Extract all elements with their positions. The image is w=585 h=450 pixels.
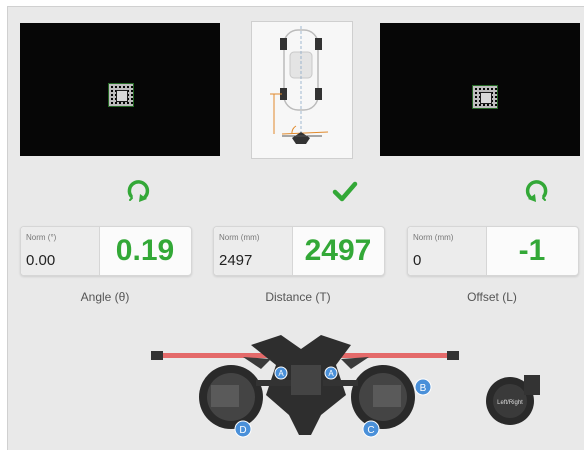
svg-text:Left/Right: Left/Right <box>497 400 523 406</box>
svg-text:B: B <box>420 383 427 394</box>
marker-a: A <box>274 366 288 380</box>
offset-measurement-panel: Norm (mm) 0 -1 <box>407 226 579 276</box>
marker-a-right: A <box>324 366 338 380</box>
distance-caption: Distance (T) <box>265 290 331 304</box>
vehicle-top-view-diagram <box>251 21 353 159</box>
distance-measurement-panel: Norm (mm) 2497 2497 <box>213 226 385 276</box>
norm-label: Norm (mm) <box>219 233 260 242</box>
svg-text:A: A <box>278 369 284 378</box>
calibration-fixture-illustration: A A B C D <box>151 335 459 438</box>
norm-field: Norm (°) 0.00 <box>21 227 100 275</box>
norm-field: Norm (mm) 2497 <box>214 227 293 275</box>
marker-b: B <box>414 378 432 396</box>
angle-measurement-panel: Norm (°) 0.00 0.19 <box>20 226 192 276</box>
offset-caption: Offset (L) <box>467 290 517 304</box>
distance-value: 2497 <box>304 234 372 267</box>
angle-caption: Angle (θ) <box>80 290 130 304</box>
right-camera-view <box>380 23 580 156</box>
norm-value: 0 <box>413 252 422 269</box>
calibration-target-marker <box>108 83 134 107</box>
checkmark-icon <box>332 181 358 202</box>
rotate-clockwise-icon <box>127 180 150 202</box>
left-camera-view <box>20 23 220 156</box>
norm-label: Norm (°) <box>26 233 57 242</box>
svg-text:A: A <box>328 369 334 378</box>
svg-text:D: D <box>239 425 246 436</box>
calibration-target-marker <box>472 85 498 109</box>
marker-c: C <box>362 420 380 438</box>
marker-d: D <box>234 420 252 438</box>
norm-field: Norm (mm) 0 <box>408 227 487 275</box>
norm-label: Norm (mm) <box>413 233 454 242</box>
svg-text:C: C <box>367 425 374 436</box>
rotate-counterclockwise-icon <box>525 180 548 202</box>
offset-value: -1 <box>518 234 546 267</box>
calibration-panel: Norm (°) 0.00 0.19 Norm (mm) 2497 2497 N… <box>7 6 584 450</box>
norm-value: 2497 <box>219 252 253 269</box>
angle-value: 0.19 <box>115 234 175 267</box>
norm-value: 0.00 <box>26 252 56 269</box>
wheel-clamp-detail-icon: Left/Right <box>486 375 540 425</box>
